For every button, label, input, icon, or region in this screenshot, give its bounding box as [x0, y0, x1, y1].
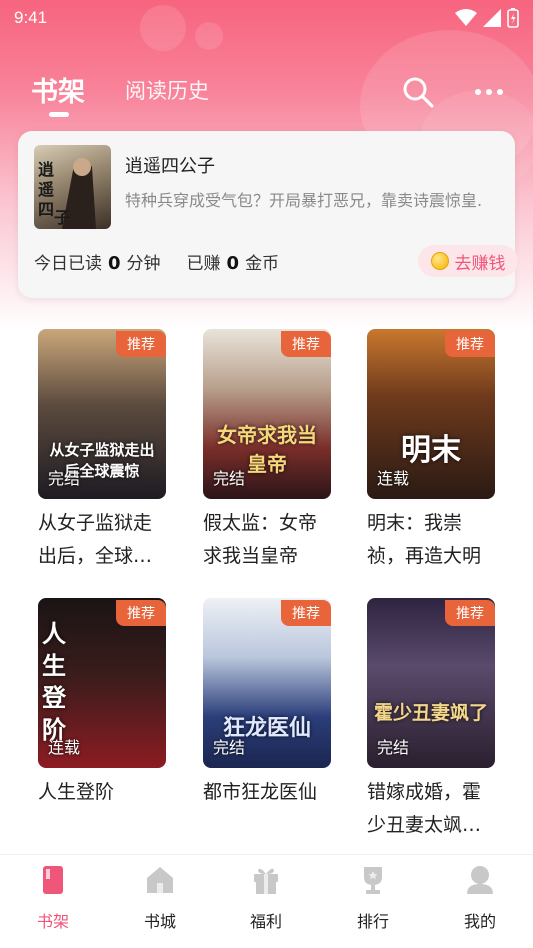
nav-bookstore-label: 书城: [143, 912, 176, 931]
status-icons: [455, 8, 519, 28]
more-dot-icon: [486, 89, 492, 95]
earned-unit: 金币: [245, 254, 280, 274]
reading-stats: 今日已读 0 分钟 已赚 0 金币: [34, 249, 279, 274]
trophy-icon: [364, 867, 382, 894]
store-icon: [147, 867, 173, 893]
gift-icon: [254, 868, 278, 894]
nav-ranking-label: 排行: [356, 912, 389, 931]
read-time-unit: 分钟: [126, 254, 161, 274]
read-time-value: 0: [108, 253, 121, 274]
status-time: 9:41: [14, 8, 48, 27]
nav-bookshelf[interactable]: 书架: [13, 863, 93, 932]
book-status: 连载: [48, 738, 81, 757]
book-cover[interactable]: 明末 推荐 连载: [367, 329, 495, 499]
top-navigation: 书架 阅读历史: [0, 66, 533, 120]
book-title[interactable]: 假太监：女帝求我当皇帝: [203, 507, 333, 573]
book-cover[interactable]: 狂龙医仙 推荐 完结: [203, 598, 331, 768]
nav-bookstore[interactable]: 书城: [120, 863, 200, 932]
cover-title: 人生登阶: [42, 619, 66, 744]
book-status: 完结: [213, 738, 246, 757]
nav-welfare[interactable]: 福利: [226, 863, 306, 932]
recommend-badge: 推荐: [116, 331, 166, 357]
recent-book-cover[interactable]: 逍 遥 四 子: [34, 145, 111, 229]
book-status: 完结: [48, 469, 81, 488]
book-title[interactable]: 都市狂龙医仙: [203, 776, 333, 809]
profile-icon: [467, 866, 493, 894]
tab-active-indicator: [49, 112, 69, 117]
book-title[interactable]: 错嫁成婚，霍少丑妻太飒…: [367, 776, 497, 842]
earned-label: 已赚: [186, 254, 221, 274]
nav-profile-label: 我的: [463, 912, 496, 931]
svg-text:逍: 逍: [38, 160, 54, 179]
recommend-badge: 推荐: [445, 331, 495, 357]
cover-title: 明末: [401, 433, 461, 468]
earn-money-button[interactable]: 去赚钱: [418, 245, 518, 277]
svg-text:子: 子: [54, 208, 70, 227]
signal-icon: [483, 9, 501, 27]
tab-reading-history[interactable]: 阅读历史: [125, 75, 209, 105]
read-time-label: 今日已读: [34, 254, 102, 274]
battery-icon: [507, 8, 519, 28]
book-title[interactable]: 人生登阶: [38, 776, 168, 809]
recent-book-description: 特种兵穿成受气包？开局暴打恶兄，靠卖诗震惊皇.: [125, 191, 483, 210]
tab-bookshelf[interactable]: 书架: [31, 70, 85, 109]
search-button[interactable]: [400, 74, 436, 110]
nav-bookshelf-label: 书架: [36, 912, 69, 931]
recent-book-title[interactable]: 逍遥四公子: [125, 152, 215, 178]
book-cover[interactable]: 女帝求我当皇帝 推荐 完结: [203, 329, 331, 499]
wifi-icon: [455, 9, 477, 26]
earned-value: 0: [226, 253, 240, 274]
book-status: 完结: [377, 738, 410, 757]
more-dot-icon: [497, 89, 503, 95]
book-cover[interactable]: 人生登阶 推荐 连载: [38, 598, 166, 768]
bottom-navigation: 书架 书城 福利 排行 我的: [0, 854, 533, 948]
nav-welfare-label: 福利: [249, 912, 282, 931]
book-cover[interactable]: 霍少丑妻飒了 推荐 完结: [367, 598, 495, 768]
recommend-badge: 推荐: [281, 331, 331, 357]
cover-title: 霍少丑妻飒了: [373, 702, 488, 724]
more-dot-icon: [475, 89, 481, 95]
book-title[interactable]: 明末：我崇祯，再造大明: [367, 507, 497, 573]
status-bar: 9:41: [0, 0, 533, 36]
more-button[interactable]: [470, 78, 508, 106]
coin-icon: [430, 252, 449, 270]
svg-text:遥: 遥: [38, 180, 54, 199]
recommend-badge: 推荐: [116, 600, 166, 626]
recommend-badge: 推荐: [281, 600, 331, 626]
bookshelf-icon: [43, 866, 63, 894]
recent-reading-card[interactable]: 逍 遥 四 子 逍遥四公子 特种兵穿成受气包？开局暴打恶兄，靠卖诗震惊皇. 今日…: [18, 131, 518, 298]
book-cover[interactable]: 从女子监狱走出后全球震惊 推荐 完结: [38, 329, 166, 499]
earn-money-label: 去赚钱: [454, 253, 506, 274]
svg-text:四: 四: [38, 200, 54, 219]
nav-ranking[interactable]: 排行: [333, 863, 413, 932]
nav-profile[interactable]: 我的: [440, 863, 520, 932]
recommend-badge: 推荐: [445, 600, 495, 626]
book-title[interactable]: 从女子监狱走出后，全球…: [38, 507, 168, 573]
book-status: 完结: [213, 469, 246, 488]
search-icon: [403, 77, 434, 108]
cover-art: 逍 遥 四 子: [38, 158, 96, 229]
book-status: 连载: [377, 469, 410, 488]
